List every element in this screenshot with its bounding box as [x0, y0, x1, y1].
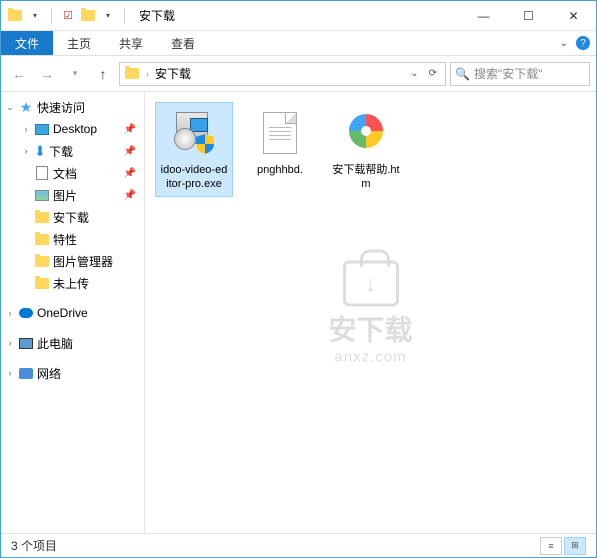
folder-icon — [7, 8, 23, 24]
address-bar[interactable]: › 安下载 ⌄ ⟳ — [119, 62, 446, 86]
sidebar-item-desktop[interactable]: › Desktop 📌 — [1, 118, 144, 140]
sidebar-item-label: 此电脑 — [37, 335, 73, 352]
nav-back-button[interactable]: ← — [7, 62, 31, 86]
watermark-title: 安下载 — [328, 308, 412, 348]
file-name: idoo-video-editor-pro.exe — [160, 163, 228, 192]
view-details-button[interactable]: ≡ — [540, 537, 562, 555]
sidebar-quick-access[interactable]: ⌄ ★ 快速访问 — [1, 96, 144, 118]
folder-icon — [124, 66, 140, 82]
chevron-right-icon[interactable]: › — [21, 124, 31, 134]
tab-view[interactable]: 查看 — [157, 31, 209, 55]
nav-toolbar: ← → ▾ ↑ › 安下载 ⌄ ⟳ 🔍 搜索"安下载" — [1, 56, 596, 92]
sidebar-item-network[interactable]: › 网络 — [1, 362, 144, 384]
file-name: pnghhbd. — [246, 163, 314, 177]
maximize-button[interactable]: ☐ — [506, 1, 551, 30]
watermark: 安下载 anxz.com — [328, 260, 412, 365]
exe-icon — [168, 107, 220, 159]
address-dropdown-icon[interactable]: ⌄ — [406, 68, 422, 79]
folder-icon — [34, 253, 50, 269]
htm-file-icon — [340, 107, 392, 159]
sidebar-item-label: 未上传 — [53, 275, 89, 292]
ribbon-tabs: 文件 主页 共享 查看 ⌄ ? — [1, 31, 596, 56]
file-item[interactable]: idoo-video-editor-pro.exe — [155, 102, 233, 197]
pin-icon: 📌 — [124, 146, 136, 157]
titlebar: ▾ ☑ ▾ 安下载 — ☐ ✕ — [1, 1, 596, 31]
file-item[interactable]: pnghhbd. — [241, 102, 319, 182]
file-name: 安下载帮助.htm — [332, 163, 400, 192]
view-icons-button[interactable]: ⊞ — [564, 537, 586, 555]
checkbox-icon[interactable]: ☑ — [60, 8, 76, 24]
folder-icon — [80, 8, 96, 24]
sidebar-item-anxz[interactable]: 安下载 — [1, 206, 144, 228]
desktop-icon — [34, 121, 50, 137]
ribbon-expand-icon[interactable]: ⌄ — [560, 38, 568, 49]
pictures-icon — [34, 187, 50, 203]
chevron-right-icon[interactable]: › — [5, 308, 15, 318]
pin-icon: 📌 — [124, 168, 136, 179]
chevron-right-icon[interactable]: › — [5, 338, 15, 348]
nav-forward-button[interactable]: → — [35, 62, 59, 86]
tab-file[interactable]: 文件 — [1, 31, 53, 55]
qat-dropdown-icon[interactable]: ▾ — [27, 8, 43, 24]
file-item[interactable]: 安下载帮助.htm — [327, 102, 405, 197]
folder-icon — [34, 209, 50, 225]
onedrive-icon — [18, 305, 34, 321]
refresh-icon[interactable]: ⟳ — [425, 68, 441, 79]
text-file-icon — [254, 107, 306, 159]
sidebar-item-label: 下载 — [49, 143, 73, 160]
sidebar-item-onedrive[interactable]: › OneDrive — [1, 302, 144, 324]
tab-share[interactable]: 共享 — [105, 31, 157, 55]
folder-icon — [34, 275, 50, 291]
nav-pane: ⌄ ★ 快速访问 › Desktop 📌 › ⬇ 下载 📌 文档 📌 — [1, 92, 145, 533]
sidebar-item-texing[interactable]: 特性 — [1, 228, 144, 250]
explorer-window: ▾ ☑ ▾ 安下载 — ☐ ✕ 文件 主页 共享 查看 ⌄ ? ← → ▾ ↑ — [0, 0, 597, 558]
pin-icon: 📌 — [124, 124, 136, 135]
sidebar-item-label: 文档 — [53, 165, 77, 182]
nav-up-button[interactable]: ↑ — [91, 62, 115, 86]
sidebar-item-thispc[interactable]: › 此电脑 — [1, 332, 144, 354]
status-text: 3 个项目 — [11, 537, 57, 554]
status-bar: 3 个项目 ≡ ⊞ — [1, 533, 596, 557]
qat-overflow-icon[interactable]: ▾ — [100, 8, 116, 24]
window-title: 安下载 — [135, 7, 175, 24]
file-list-pane[interactable]: 安下载 anxz.com idoo- — [145, 92, 596, 533]
close-button[interactable]: ✕ — [551, 1, 596, 30]
breadcrumb[interactable]: 安下载 — [155, 65, 191, 82]
watermark-url: anxz.com — [328, 348, 412, 365]
document-icon — [34, 165, 50, 181]
network-icon — [18, 365, 34, 381]
folder-icon — [34, 231, 50, 247]
sidebar-item-label: Desktop — [53, 122, 97, 136]
tab-home[interactable]: 主页 — [53, 31, 105, 55]
chevron-right-icon[interactable]: › — [21, 146, 31, 156]
sidebar-item-notuploaded[interactable]: 未上传 — [1, 272, 144, 294]
sidebar-item-label: 图片 — [53, 187, 77, 204]
sidebar-item-label: OneDrive — [37, 306, 88, 320]
sidebar-item-label: 网络 — [37, 365, 61, 382]
sidebar-item-documents[interactable]: 文档 📌 — [1, 162, 144, 184]
sidebar-item-downloads[interactable]: › ⬇ 下载 📌 — [1, 140, 144, 162]
pc-icon — [18, 335, 34, 351]
search-icon: 🔍 — [455, 67, 470, 81]
sidebar-item-label: 快速访问 — [37, 99, 85, 116]
sidebar-item-pictures[interactable]: 图片 📌 — [1, 184, 144, 206]
sidebar-item-picmgr[interactable]: 图片管理器 — [1, 250, 144, 272]
search-input[interactable]: 🔍 搜索"安下载" — [450, 62, 590, 86]
sidebar-item-label: 特性 — [53, 231, 77, 248]
sidebar-item-label: 安下载 — [53, 209, 89, 226]
sidebar-item-label: 图片管理器 — [53, 253, 113, 270]
minimize-button[interactable]: — — [461, 1, 506, 30]
nav-recent-dropdown[interactable]: ▾ — [63, 62, 87, 86]
help-icon[interactable]: ? — [576, 36, 590, 50]
chevron-right-icon[interactable]: › — [144, 69, 151, 79]
pin-icon: 📌 — [124, 190, 136, 201]
chevron-right-icon[interactable]: › — [5, 368, 15, 378]
search-placeholder: 搜索"安下载" — [474, 65, 543, 82]
download-icon: ⬇ — [34, 145, 46, 157]
star-icon: ★ — [18, 99, 34, 115]
chevron-down-icon[interactable]: ⌄ — [5, 102, 15, 113]
